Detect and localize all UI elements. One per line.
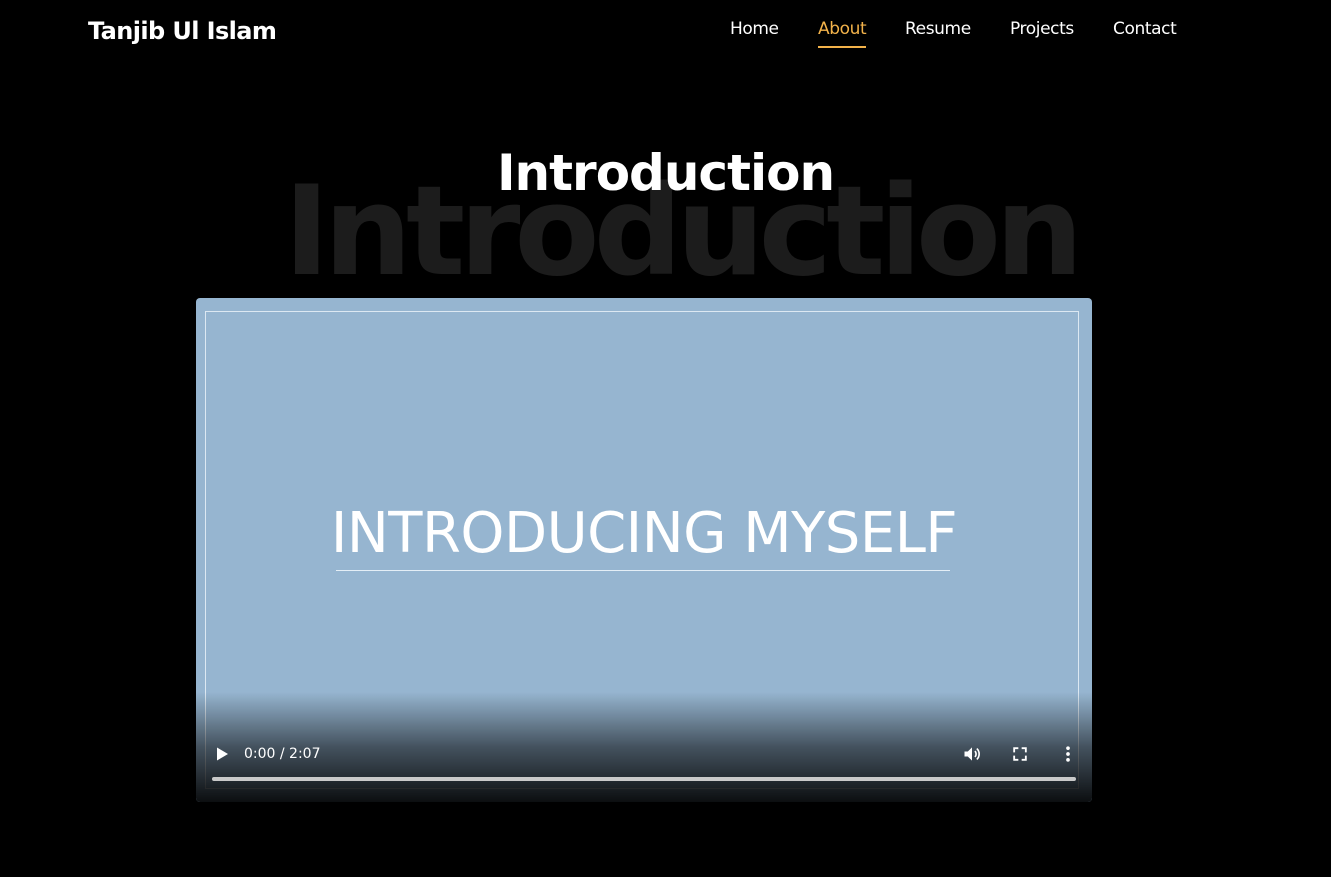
nav-contact[interactable]: Contact: [1113, 14, 1177, 46]
video-controls-overlay: [196, 692, 1092, 802]
play-icon[interactable]: [214, 746, 230, 762]
video-slide-title: INTRODUCING MYSELF: [330, 501, 958, 566]
nav-projects[interactable]: Projects: [1010, 14, 1074, 46]
main-nav: Home About Resume Projects Contact: [0, 14, 1331, 48]
video-time-display: 0:00 / 2:07: [244, 746, 321, 762]
section-title: Introduction: [496, 144, 835, 202]
video-slide-underline: [336, 570, 950, 571]
more-vertical-icon[interactable]: [1058, 744, 1078, 764]
video-progress-bar[interactable]: [212, 777, 1076, 781]
page: Tanjib Ul Islam Home About Resume Projec…: [0, 0, 1331, 877]
volume-icon[interactable]: [962, 744, 982, 764]
nav-resume[interactable]: Resume: [905, 14, 971, 46]
nav-about[interactable]: About: [818, 14, 867, 48]
intro-video-player[interactable]: INTRODUCING MYSELF 0:00 / 2:07: [196, 298, 1092, 802]
fullscreen-icon[interactable]: [1010, 744, 1030, 764]
nav-home[interactable]: Home: [730, 14, 779, 46]
